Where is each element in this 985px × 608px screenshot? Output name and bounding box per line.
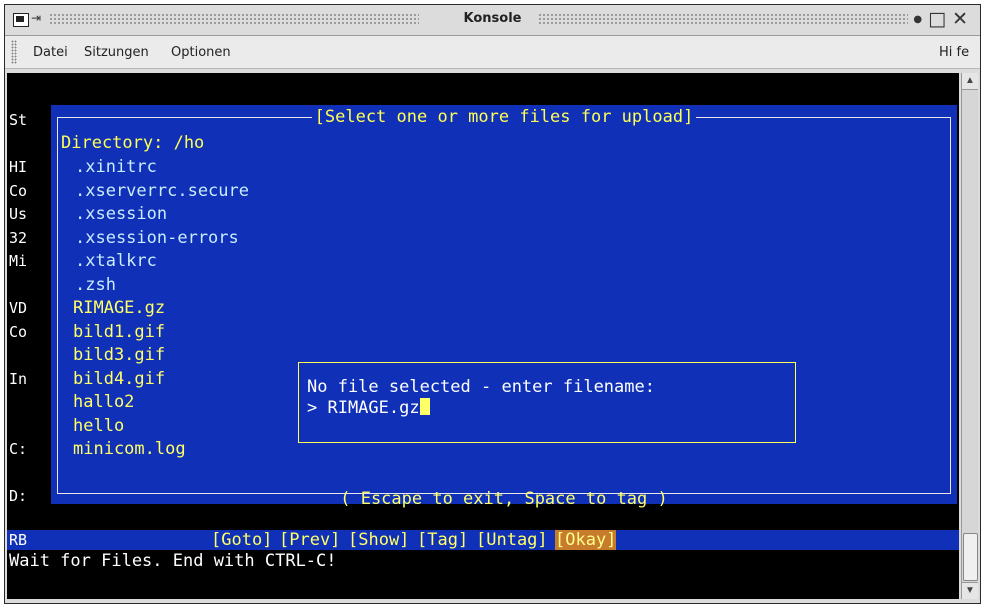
menu-sitzungen[interactable]: Sitzungen bbox=[84, 45, 149, 60]
status-line: Wait for Files. End with CTRL-C! bbox=[9, 551, 337, 571]
text-cursor bbox=[419, 398, 430, 415]
dialog-hint: ( Escape to exit, Space to tag ) bbox=[340, 489, 668, 509]
file-list-item[interactable]: bild3.gif bbox=[73, 345, 165, 365]
title-bar[interactable]: ⇥ Konsole ●□✕ bbox=[5, 5, 980, 36]
filename-prompt: No file selected - enter filename: > RIM… bbox=[298, 362, 796, 443]
file-list-item[interactable]: bild4.gif bbox=[73, 369, 165, 389]
maximize-icon[interactable]: □ bbox=[928, 8, 952, 30]
file-list-item[interactable]: .zsh bbox=[75, 275, 116, 295]
scroll-thumb[interactable] bbox=[963, 533, 978, 581]
file-list-item[interactable]: .xsession-errors bbox=[75, 228, 239, 248]
filename-input[interactable]: > RIMAGE.gz bbox=[307, 398, 430, 418]
action-bar: RB [Goto] [Prev] [Show] [Tag] [Untag] [O… bbox=[7, 530, 959, 550]
tag-button[interactable]: [Tag] bbox=[417, 530, 468, 550]
prompt-message: No file selected - enter filename: bbox=[307, 377, 655, 397]
filename-input-value: > RIMAGE.gz bbox=[307, 398, 420, 418]
terminal-fragment: VD bbox=[9, 299, 28, 317]
show-button[interactable]: [Show] bbox=[348, 530, 409, 550]
terminal-fragment: 32 bbox=[9, 228, 28, 247]
scroll-down-icon[interactable]: ▼ bbox=[962, 582, 978, 599]
menu-hilfe[interactable]: Hi fe bbox=[939, 45, 969, 60]
menubar-grip bbox=[11, 40, 17, 64]
rb-fragment: RB bbox=[9, 531, 28, 549]
terminal-fragment: C: bbox=[9, 440, 28, 458]
konsole-window: ⇥ Konsole ●□✕ Datei Sitzungen Optionen H… bbox=[4, 4, 981, 604]
close-icon[interactable]: ✕ bbox=[952, 8, 974, 30]
terminal-fragment: Co bbox=[9, 181, 28, 200]
terminal-fragment: Co bbox=[9, 322, 28, 341]
terminal-fragment: Us bbox=[9, 205, 28, 223]
menu-bar: Datei Sitzungen Optionen Hi fe bbox=[5, 36, 980, 69]
file-select-dialog: [Select one or more files for upload] Di… bbox=[51, 105, 957, 509]
okay-button[interactable]: [Okay] bbox=[555, 530, 617, 550]
file-list-item[interactable]: hallo2 bbox=[73, 392, 134, 412]
prev-button[interactable]: [Prev] bbox=[279, 530, 340, 550]
scroll-up-icon[interactable]: ▲ bbox=[962, 73, 978, 90]
file-list-item[interactable]: .xtalkrc bbox=[75, 251, 157, 271]
file-list-item[interactable]: bild1.gif bbox=[73, 322, 165, 342]
terminal-area[interactable]: St HI Co Us 32 Mi VD Co In C: D: [Select one or mo… bbox=[7, 73, 959, 599]
file-list-item[interactable]: minicom.log bbox=[73, 439, 186, 459]
file-list-item[interactable]: .xserverrc.secure bbox=[75, 181, 249, 201]
dialog-title: [Select one or more files for upload] bbox=[51, 107, 957, 127]
terminal-fragment: HI bbox=[9, 158, 28, 176]
file-list-item[interactable]: .xinitrc bbox=[75, 157, 157, 177]
terminal-fragment: St bbox=[9, 111, 28, 129]
file-list-item[interactable]: RIMAGE.gz bbox=[73, 298, 165, 318]
minimize-icon[interactable]: ● bbox=[913, 14, 928, 25]
untag-button[interactable]: [Untag] bbox=[476, 530, 548, 550]
file-list-item[interactable]: .xsession bbox=[75, 204, 167, 224]
terminal-fragment: In bbox=[9, 369, 28, 388]
terminal-fragment: D: bbox=[9, 487, 28, 505]
window-title: Konsole bbox=[5, 11, 980, 26]
menu-datei[interactable]: Datei bbox=[33, 45, 68, 60]
terminal-fragment: Mi bbox=[9, 252, 28, 270]
goto-button[interactable]: [Goto] bbox=[211, 530, 272, 550]
scrollbar[interactable]: ▲ ▼ bbox=[961, 73, 978, 599]
directory-label: Directory: /ho bbox=[61, 133, 205, 153]
window-controls: ●□✕ bbox=[913, 8, 974, 30]
menu-optionen[interactable]: Optionen bbox=[171, 45, 231, 60]
file-list-item[interactable]: hello bbox=[73, 416, 124, 436]
